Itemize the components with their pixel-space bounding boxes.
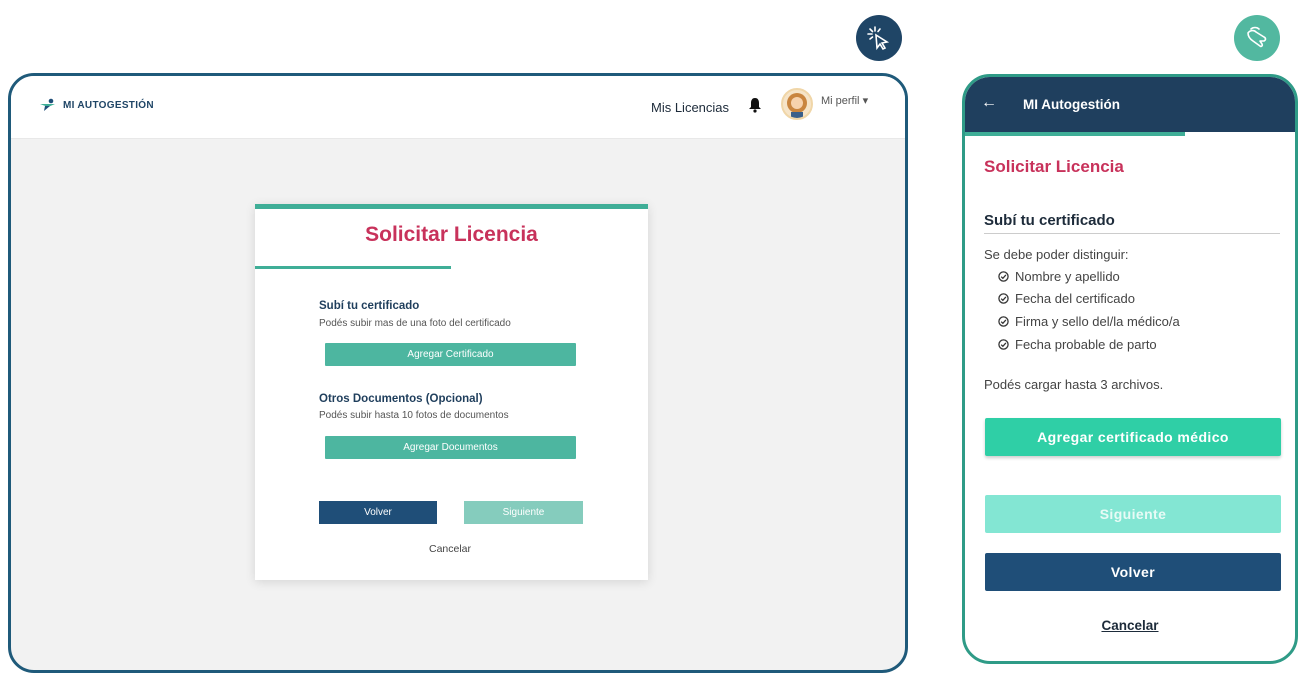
- checklist-item: Fecha probable de parto: [998, 337, 1157, 352]
- checklist-item: Fecha del certificado: [998, 291, 1135, 306]
- check-circle-icon: [998, 271, 1009, 282]
- hand-touch-icon: [1234, 15, 1280, 61]
- desktop-header: MI AUTOGESTIÓN Mis Licencias Mi perfil ▾: [11, 76, 905, 139]
- instructions-text: Se debe poder distinguir:: [984, 247, 1129, 262]
- logo-text: MI AUTOGESTIÓN: [63, 99, 154, 111]
- cert-description: Podés subir mas de una foto del certific…: [319, 318, 511, 329]
- file-limit-note: Podés cargar hasta 3 archivos.: [984, 377, 1164, 392]
- cursor-click-icon: [856, 15, 902, 61]
- checklist-item: Nombre y apellido: [998, 269, 1120, 284]
- mobile-frame: ← MI Autogestión Solicitar Licencia Subí…: [962, 74, 1298, 664]
- mobile-header: ← MI Autogestión: [965, 77, 1295, 132]
- mobile-header-title: MI Autogestión: [1023, 97, 1120, 112]
- profile-menu[interactable]: Mi perfil ▾: [821, 94, 868, 107]
- desktop-frame: MI AUTOGESTIÓN Mis Licencias Mi perfil ▾…: [8, 73, 908, 673]
- check-circle-icon: [998, 316, 1009, 327]
- check-circle-icon: [998, 339, 1009, 350]
- checklist-label: Firma y sello del/la médico/a: [1015, 314, 1180, 329]
- logo-icon: [40, 98, 55, 111]
- mobile-cancel-link[interactable]: Cancelar: [965, 618, 1295, 633]
- checklist-label: Fecha probable de parto: [1015, 337, 1157, 352]
- page-title: Solicitar Licencia: [365, 223, 538, 246]
- back-arrow-icon[interactable]: ←: [981, 94, 997, 112]
- bell-icon[interactable]: [748, 97, 762, 118]
- chevron-down-icon: ▾: [862, 95, 869, 107]
- progress-bar: [965, 132, 1185, 136]
- next-button[interactable]: Siguiente: [464, 501, 583, 524]
- cancel-link[interactable]: Cancelar: [255, 543, 645, 555]
- card-top-accent: [255, 204, 648, 209]
- mobile-back-button[interactable]: Volver: [985, 553, 1281, 591]
- checklist-label: Nombre y apellido: [1015, 269, 1120, 284]
- add-documents-button[interactable]: Agregar Documentos: [325, 436, 576, 459]
- check-circle-icon: [998, 293, 1009, 304]
- section-title: Subí tu certificado: [984, 212, 1115, 229]
- avatar[interactable]: [781, 88, 813, 120]
- add-medical-certificate-button[interactable]: Agregar certificado médico: [985, 418, 1281, 456]
- profile-label: Mi perfil: [821, 95, 860, 107]
- back-button[interactable]: Volver: [319, 501, 437, 524]
- request-card: Solicitar Licencia Subí tu certificado P…: [255, 204, 648, 580]
- docs-heading: Otros Documentos (Opcional): [319, 393, 483, 405]
- nav-mis-licencias[interactable]: Mis Licencias: [651, 100, 729, 115]
- add-certificate-button[interactable]: Agregar Certificado: [325, 343, 576, 366]
- cert-heading: Subí tu certificado: [319, 300, 420, 312]
- title-underline: [255, 266, 451, 269]
- checklist-label: Fecha del certificado: [1015, 291, 1135, 306]
- mobile-next-button[interactable]: Siguiente: [985, 495, 1281, 533]
- app-logo[interactable]: MI AUTOGESTIÓN: [39, 98, 154, 112]
- section-divider: [984, 233, 1280, 234]
- mobile-page-title: Solicitar Licencia: [984, 157, 1124, 176]
- docs-description: Podés subir hasta 10 fotos de documentos: [319, 410, 509, 421]
- checklist-item: Firma y sello del/la médico/a: [998, 314, 1180, 329]
